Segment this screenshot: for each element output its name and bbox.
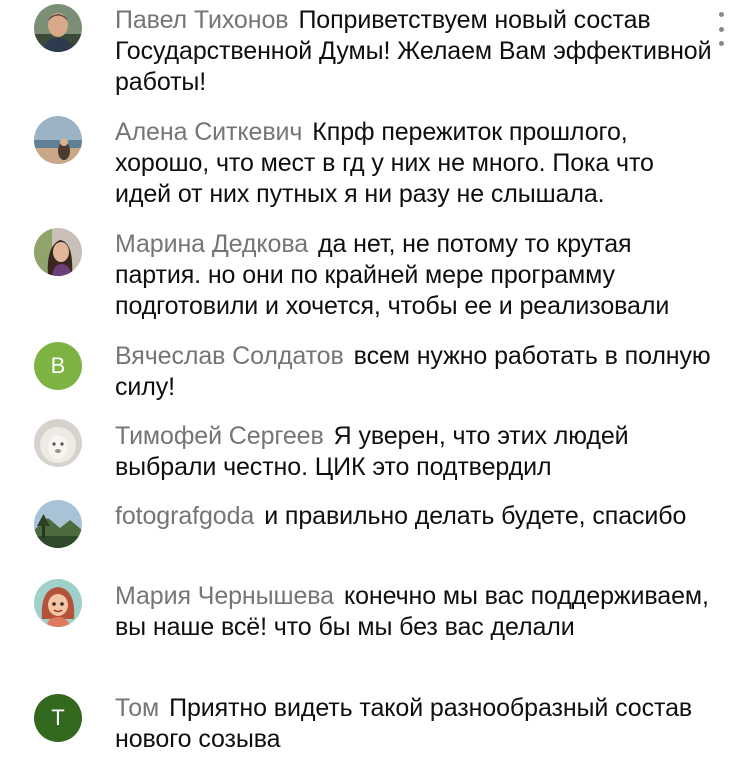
avatar[interactable] <box>34 116 82 164</box>
photo-woman-icon <box>34 228 82 276</box>
comment-text-block: Марина Дедкова да нет, не потому то крута… <box>115 229 715 322</box>
avatar[interactable]: Т <box>34 694 82 742</box>
comment-text-block: Вячеслав Солдатов всем нужно работать в п… <box>115 341 715 403</box>
avatar[interactable] <box>34 500 82 548</box>
menu-dot <box>718 41 724 46</box>
comment-author[interactable]: Тимофей Сергеев <box>115 422 324 450</box>
comment-text-block: Алена Ситкевич Кпрф пережиток прошлого, х… <box>115 117 715 210</box>
comment-text-block: Тимофей Сергеев Я уверен, что этих людей … <box>115 421 715 483</box>
avatar[interactable]: В <box>34 342 82 390</box>
photo-man-icon <box>34 4 82 52</box>
avatar[interactable] <box>34 4 82 52</box>
comment-author[interactable]: Павел Тихонов <box>115 6 289 34</box>
menu-dot <box>718 26 724 32</box>
comment-text-block: fotografgoda и правильно делать будете, с… <box>115 501 715 532</box>
comment-author[interactable]: Мария Чернышева <box>115 582 334 610</box>
comment-author[interactable]: Алена Ситкевич <box>115 118 302 146</box>
photo-beach-icon <box>34 116 82 164</box>
photo-landscape-icon <box>34 500 82 548</box>
more-vertical-icon[interactable] <box>712 12 730 46</box>
menu-dot <box>718 12 724 17</box>
comment-body: и правильно делать будете, спасибо <box>264 502 687 530</box>
comment-author[interactable]: fotografgoda <box>115 502 254 530</box>
avatar[interactable] <box>34 419 82 467</box>
avatar[interactable] <box>34 579 82 627</box>
avatar[interactable] <box>34 228 82 276</box>
comment-text-block: Том Приятно видеть такой разнообразный со… <box>115 693 715 755</box>
comment-author[interactable]: Вячеслав Солдатов <box>115 342 344 370</box>
comment-author[interactable]: Том <box>115 694 159 722</box>
photo-lion-icon <box>34 419 82 467</box>
comment-text-block: Павел Тихонов Поприветствуем новый состав… <box>115 5 715 98</box>
cartoon-girl-icon <box>34 579 82 627</box>
comment-text-block: Мария Чернышева конечно мы вас поддержива… <box>115 581 715 643</box>
comment-body: Приятно видеть такой разнообразный соста… <box>115 694 693 753</box>
comment-author[interactable]: Марина Дедкова <box>115 230 308 258</box>
